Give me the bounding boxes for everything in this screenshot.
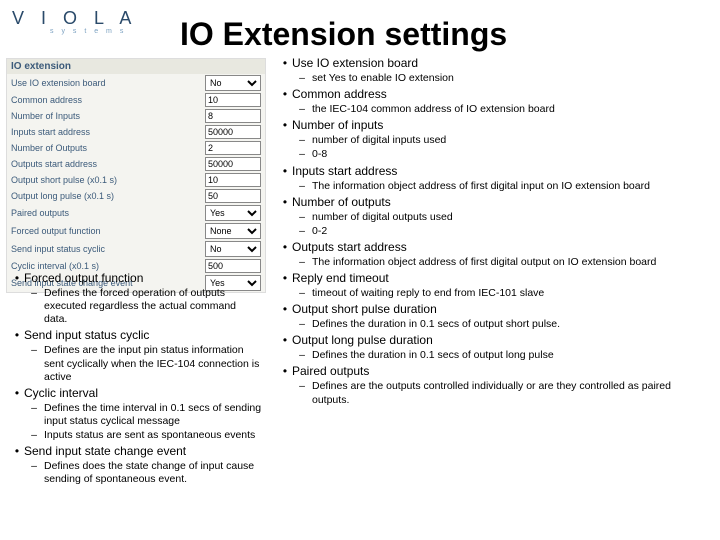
sub-text: Defines does the state change of input c… xyxy=(44,460,268,486)
sub-item: –Defines the time interval in 0.1 secs o… xyxy=(24,402,268,428)
dash-icon: – xyxy=(292,287,312,300)
item-title: Outputs start address xyxy=(292,240,710,255)
sub-text: Defines the duration in 0.1 secs of outp… xyxy=(312,318,710,331)
sub-text: number of digital outputs used xyxy=(312,211,710,224)
dash-icon: – xyxy=(292,211,312,224)
list-item: •Paired outputs–Defines are the outputs … xyxy=(278,364,714,406)
sub-item: –number of digital inputs used xyxy=(292,134,710,147)
bullet-icon: • xyxy=(278,271,292,300)
left-column: •Forced output function–Defines the forc… xyxy=(10,271,272,488)
bullet-icon: • xyxy=(10,328,24,383)
list-item: •Number of outputs–number of digital out… xyxy=(278,195,714,238)
sub-text: Defines the forced operation of outputs … xyxy=(44,287,268,326)
item-title: Forced output function xyxy=(24,271,268,286)
bullet-icon: • xyxy=(278,164,292,193)
bullet-icon: • xyxy=(278,364,292,406)
dash-icon: – xyxy=(292,134,312,147)
list-item: •Inputs start address–The information ob… xyxy=(278,164,714,193)
bullet-icon: • xyxy=(278,240,292,269)
list-item: •Forced output function–Defines the forc… xyxy=(10,271,272,326)
dash-icon: – xyxy=(24,402,44,428)
sub-item: –0-2 xyxy=(292,225,710,238)
dash-icon: – xyxy=(24,429,44,442)
list-item: •Outputs start address–The information o… xyxy=(278,240,714,269)
bullet-icon: • xyxy=(10,386,24,442)
sub-item: –Defines are the outputs controlled indi… xyxy=(292,380,710,406)
right-column: •Use IO extension board–set Yes to enabl… xyxy=(278,56,714,409)
sub-item: –the IEC-104 common address of IO extens… xyxy=(292,103,710,116)
dash-icon: – xyxy=(292,256,312,269)
sub-item: –Defines the forced operation of outputs… xyxy=(24,287,268,326)
logo: V I O L A xyxy=(12,8,137,29)
dash-icon: – xyxy=(292,72,312,85)
dash-icon: – xyxy=(292,148,312,161)
sub-text: Inputs status are sent as spontaneous ev… xyxy=(44,429,268,442)
dash-icon: – xyxy=(24,287,44,326)
sub-item: –Defines the duration in 0.1 secs of out… xyxy=(292,349,710,362)
sub-item: –set Yes to enable IO extension xyxy=(292,72,710,85)
list-item: •Send input status cyclic–Defines are th… xyxy=(10,328,272,383)
sub-text: the IEC-104 common address of IO extensi… xyxy=(312,103,710,116)
dash-icon: – xyxy=(292,103,312,116)
item-title: Send input status cyclic xyxy=(24,328,268,343)
sub-text: number of digital inputs used xyxy=(312,134,710,147)
bullet-icon: • xyxy=(278,87,292,116)
sub-text: Defines are the outputs controlled indiv… xyxy=(312,380,710,406)
dash-icon: – xyxy=(292,318,312,331)
sub-text: 0-8 xyxy=(312,148,710,161)
sub-item: –Defines the duration in 0.1 secs of out… xyxy=(292,318,710,331)
list-item: •Output long pulse duration–Defines the … xyxy=(278,333,714,362)
sub-text: 0-2 xyxy=(312,225,710,238)
item-title: Output long pulse duration xyxy=(292,333,710,348)
item-title: Number of outputs xyxy=(292,195,710,210)
bullet-icon: • xyxy=(278,56,292,85)
list-item: •Send input state change event–Defines d… xyxy=(10,444,272,486)
dash-icon: – xyxy=(292,180,312,193)
bullet-icon: • xyxy=(10,271,24,326)
page-title: IO Extension settings xyxy=(180,16,507,53)
bullet-icon: • xyxy=(278,118,292,161)
list-item: •Cyclic interval–Defines the time interv… xyxy=(10,386,272,442)
dash-icon: – xyxy=(292,380,312,406)
item-title: Use IO extension board xyxy=(292,56,710,71)
list-item: •Reply end timeout–timeout of waiting re… xyxy=(278,271,714,300)
sub-item: –The information object address of first… xyxy=(292,180,710,193)
list-item: •Number of inputs–number of digital inpu… xyxy=(278,118,714,161)
sub-text: Defines the duration in 0.1 secs of outp… xyxy=(312,349,710,362)
dash-icon: – xyxy=(292,349,312,362)
sub-item: –timeout of waiting reply to end from IE… xyxy=(292,287,710,300)
sub-item: –Inputs status are sent as spontaneous e… xyxy=(24,429,268,442)
item-title: Paired outputs xyxy=(292,364,710,379)
sub-text: Defines the time interval in 0.1 secs of… xyxy=(44,402,268,428)
sub-item: –The information object address of first… xyxy=(292,256,710,269)
dash-icon: – xyxy=(24,460,44,486)
sub-text: The information object address of first … xyxy=(312,180,710,193)
sub-item: –Defines does the state change of input … xyxy=(24,460,268,486)
sub-item: –number of digital outputs used xyxy=(292,211,710,224)
sub-text: Defines are the input pin status informa… xyxy=(44,344,268,383)
sub-text: The information object address of first … xyxy=(312,256,710,269)
bullet-icon: • xyxy=(278,302,292,331)
list-item: •Use IO extension board–set Yes to enabl… xyxy=(278,56,714,85)
item-title: Inputs start address xyxy=(292,164,710,179)
item-title: Reply end timeout xyxy=(292,271,710,286)
logo-subtitle: s y s t e m s xyxy=(50,28,126,35)
item-title: Send input state change event xyxy=(24,444,268,459)
dash-icon: – xyxy=(292,225,312,238)
sub-item: –Defines are the input pin status inform… xyxy=(24,344,268,383)
item-title: Common address xyxy=(292,87,710,102)
bullet-icon: • xyxy=(278,333,292,362)
list-item: •Output short pulse duration–Defines the… xyxy=(278,302,714,331)
item-title: Number of inputs xyxy=(292,118,710,133)
bullet-icon: • xyxy=(278,195,292,238)
sub-item: –0-8 xyxy=(292,148,710,161)
bullet-icon: • xyxy=(10,444,24,486)
sub-text: set Yes to enable IO extension xyxy=(312,72,710,85)
item-title: Output short pulse duration xyxy=(292,302,710,317)
dash-icon: – xyxy=(24,344,44,383)
list-item: •Common address–the IEC-104 common addre… xyxy=(278,87,714,116)
sub-text: timeout of waiting reply to end from IEC… xyxy=(312,287,710,300)
item-title: Cyclic interval xyxy=(24,386,268,401)
